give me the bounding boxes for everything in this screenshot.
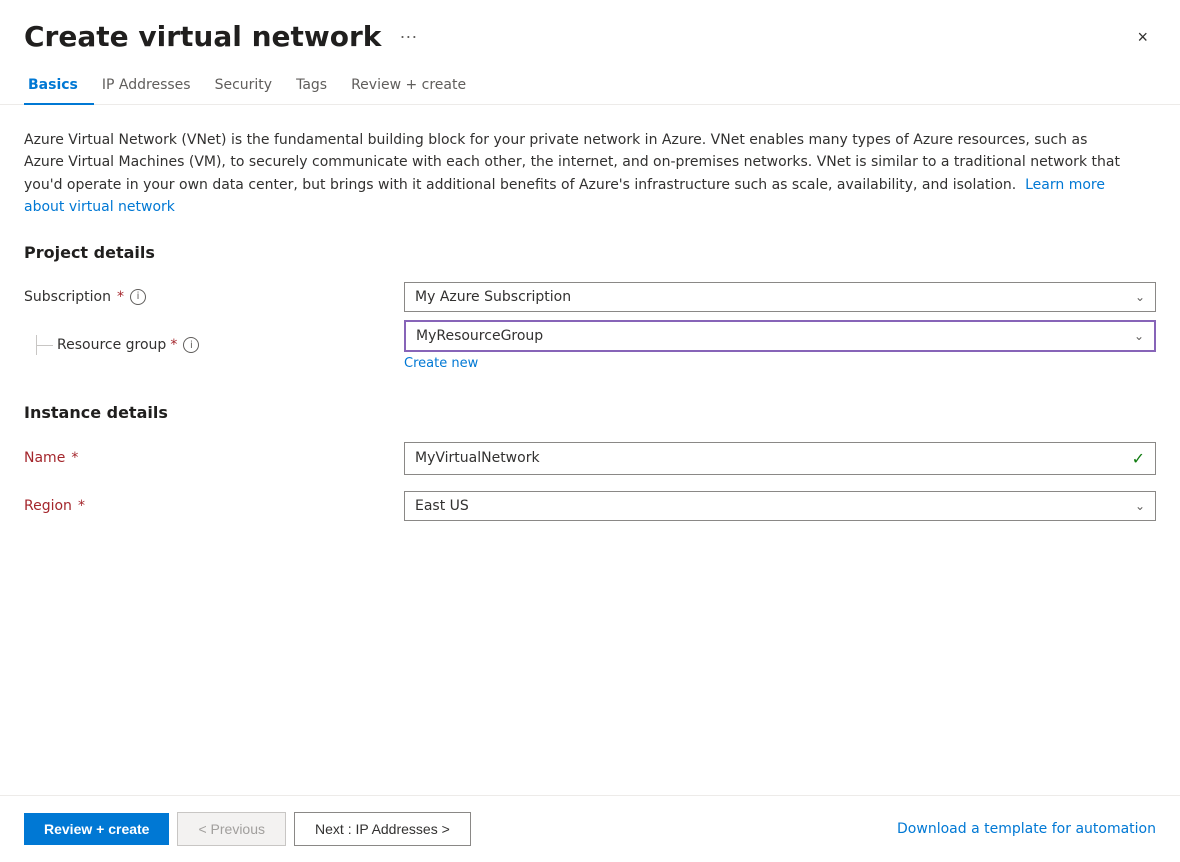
title-area: Create virtual network ··· [24, 20, 423, 53]
description-text: Azure Virtual Network (VNet) is the fund… [24, 129, 1124, 219]
subscription-select[interactable]: My Azure Subscription ⌄ [404, 282, 1156, 312]
name-input-col: MyVirtualNetwork ✓ [404, 442, 1156, 475]
region-required: * [78, 498, 85, 514]
name-label: Name [24, 450, 65, 466]
resource-group-info-icon[interactable]: i [183, 337, 199, 353]
resource-group-chevron-icon: ⌄ [1134, 329, 1144, 343]
resource-group-label: Resource group [57, 337, 166, 353]
name-input[interactable]: MyVirtualNetwork ✓ [404, 442, 1156, 475]
review-create-button[interactable]: Review + create [24, 813, 169, 845]
subscription-value: My Azure Subscription [415, 289, 571, 305]
resource-group-input-col: MyResourceGroup ⌄ Create new [404, 320, 1156, 371]
resource-group-label-col: Resource group * i [24, 335, 404, 355]
instance-details-title: Instance details [24, 403, 1156, 422]
project-details-section: Project details Subscription * i My Azur… [24, 243, 1156, 371]
next-button[interactable]: Next : IP Addresses > [294, 812, 471, 846]
resource-group-required: * [170, 337, 177, 353]
subscription-chevron-icon: ⌄ [1135, 290, 1145, 304]
ellipsis-button[interactable]: ··· [393, 24, 423, 49]
region-value: East US [415, 498, 469, 514]
subscription-label-col: Subscription * i [24, 289, 404, 305]
tab-basics[interactable]: Basics [24, 69, 94, 105]
previous-button[interactable]: < Previous [177, 812, 286, 846]
region-row: Region * East US ⌄ [24, 491, 1156, 521]
instance-details-section: Instance details Name * MyVirtualNetwork… [24, 403, 1156, 521]
footer: Review + create < Previous Next : IP Add… [0, 795, 1180, 862]
tabs-bar: Basics IP Addresses Security Tags Review… [0, 69, 1180, 105]
resource-group-value: MyResourceGroup [416, 328, 543, 344]
tab-ip-addresses[interactable]: IP Addresses [98, 69, 207, 105]
name-valid-icon: ✓ [1132, 449, 1145, 468]
tab-review-create[interactable]: Review + create [347, 69, 482, 105]
tab-security[interactable]: Security [211, 69, 289, 105]
subscription-info-icon[interactable]: i [130, 289, 146, 305]
close-button[interactable]: × [1129, 24, 1156, 50]
download-template-link[interactable]: Download a template for automation [897, 821, 1156, 837]
dialog-header: Create virtual network ··· × [0, 0, 1180, 69]
region-chevron-icon: ⌄ [1135, 499, 1145, 513]
region-input-col: East US ⌄ [404, 491, 1156, 521]
dialog-title: Create virtual network [24, 20, 381, 53]
subscription-label: Subscription [24, 289, 111, 305]
region-label: Region [24, 498, 72, 514]
region-label-col: Region * [24, 498, 404, 514]
name-required: * [71, 450, 78, 466]
resource-group-select[interactable]: MyResourceGroup ⌄ [404, 320, 1156, 352]
region-select[interactable]: East US ⌄ [404, 491, 1156, 521]
resource-group-row: Resource group * i MyResourceGroup ⌄ Cre… [24, 320, 1156, 371]
name-row: Name * MyVirtualNetwork ✓ [24, 442, 1156, 475]
subscription-row: Subscription * i My Azure Subscription ⌄ [24, 282, 1156, 312]
tab-tags[interactable]: Tags [292, 69, 343, 105]
content-area: Azure Virtual Network (VNet) is the fund… [0, 105, 1180, 795]
subscription-input-col: My Azure Subscription ⌄ [404, 282, 1156, 312]
name-label-col: Name * [24, 450, 404, 466]
name-value: MyVirtualNetwork [415, 450, 540, 466]
create-new-link[interactable]: Create new [404, 356, 478, 371]
subscription-required: * [117, 289, 124, 305]
project-details-title: Project details [24, 243, 1156, 262]
